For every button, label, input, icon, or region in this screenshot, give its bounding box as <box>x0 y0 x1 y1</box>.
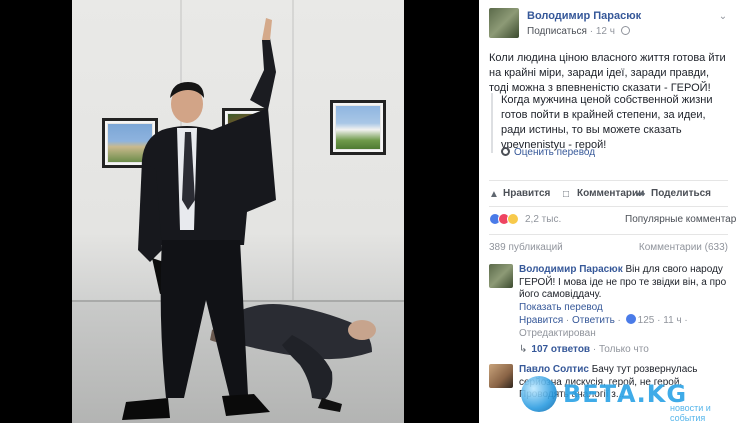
comment-like-count[interactable]: 125 <box>638 315 655 326</box>
reaction-count[interactable]: 2,2 тыс. <box>525 214 561 225</box>
gear-icon <box>501 147 510 156</box>
commenter-name[interactable]: Володимир Парасюк <box>519 264 623 275</box>
globe-logo-icon <box>521 376 557 412</box>
comment-sort-dropdown[interactable]: Популярные комментарии▼ <box>625 214 736 225</box>
post-photo[interactable] <box>72 0 404 423</box>
site-watermark: ВЕТА.KG новости и события <box>515 366 736 423</box>
like-button[interactable]: ▲ Нравится <box>489 188 551 200</box>
show-translation-link[interactable]: Показать перевод <box>519 302 603 313</box>
comments-count[interactable]: Комментарии (633) <box>639 242 728 253</box>
commenter-avatar[interactable] <box>489 264 513 288</box>
post-panel: Володимир Парасюк Подписаться · 12 ч ⌄ К… <box>479 0 736 423</box>
photo-figures <box>122 18 376 420</box>
rate-translation-link[interactable]: Оценить перевод <box>501 147 595 158</box>
share-icon: ➦ <box>637 189 646 200</box>
rate-translation-label: Оценить перевод <box>514 147 596 158</box>
author-name[interactable]: Володимир Парасюк <box>527 10 641 22</box>
comment-edited[interactable]: Отредактирован <box>519 328 596 339</box>
post-text: Коли людина ціною власного життя готова … <box>489 52 726 94</box>
divider <box>489 234 728 235</box>
post-header: Володимир Парасюк Подписаться · 12 ч ⌄ <box>489 8 728 40</box>
reactions-bar: 2,2 тыс. Популярные комментарии▼ <box>489 213 736 229</box>
thumbs-up-icon: ▲ <box>489 189 499 200</box>
post-meta: Подписаться · 12 ч <box>527 26 630 37</box>
divider <box>489 180 728 181</box>
chevron-down-icon[interactable]: ⌄ <box>718 12 728 22</box>
wow-reaction-icon[interactable] <box>507 213 519 225</box>
post-stats: 389 публикаций Комментарии (633) <box>489 242 728 256</box>
commenter-avatar[interactable] <box>489 364 513 388</box>
action-bar: ▲ Нравится □ Комментарии ➦ Поделиться <box>489 188 728 204</box>
like-badge-icon <box>625 314 636 324</box>
photo-viewer <box>0 0 479 423</box>
watermark-brand: ВЕТА.KG <box>563 380 688 408</box>
comment-sort-label: Популярные комментарии <box>625 214 736 225</box>
watermark-tagline: новости и события <box>670 403 711 423</box>
share-button[interactable]: ➦ Поделиться <box>637 188 712 200</box>
post-time[interactable]: 12 ч <box>596 26 615 37</box>
globe-icon <box>620 26 630 35</box>
like-label: Нравится <box>503 188 551 199</box>
author-avatar[interactable] <box>489 8 519 38</box>
comment-body: Володимир Парасюк Він для свого народу Г… <box>519 264 731 340</box>
comment-item: Володимир Парасюк Він для свого народу Г… <box>489 264 729 356</box>
standing-figure <box>122 18 276 420</box>
comment-icon: □ <box>563 189 570 200</box>
comment-label: Комментарии <box>577 188 645 199</box>
replies-count[interactable]: 107 ответов <box>531 344 590 355</box>
comment-reply-link[interactable]: Ответить <box>572 315 615 326</box>
share-label: Поделиться <box>651 188 712 199</box>
publications-count[interactable]: 389 публикаций <box>489 242 563 253</box>
post-translation: Когда мужчина ценой собственной жизни го… <box>491 93 731 153</box>
divider <box>489 206 728 207</box>
comment-like-link[interactable]: Нравится <box>519 315 563 326</box>
replies-time: Только что <box>598 344 649 355</box>
subscribe-link[interactable]: Подписаться <box>527 26 587 37</box>
comment-time[interactable]: 11 ч <box>663 315 681 326</box>
comment-meta: Нравится · Ответить · 125 · 11 ч · <box>519 314 688 326</box>
reply-arrow-icon: ↳ <box>519 344 528 355</box>
replies-link[interactable]: ↳ 107 ответов · Только что <box>519 344 649 355</box>
comment-button[interactable]: □ Комментарии <box>563 188 645 200</box>
